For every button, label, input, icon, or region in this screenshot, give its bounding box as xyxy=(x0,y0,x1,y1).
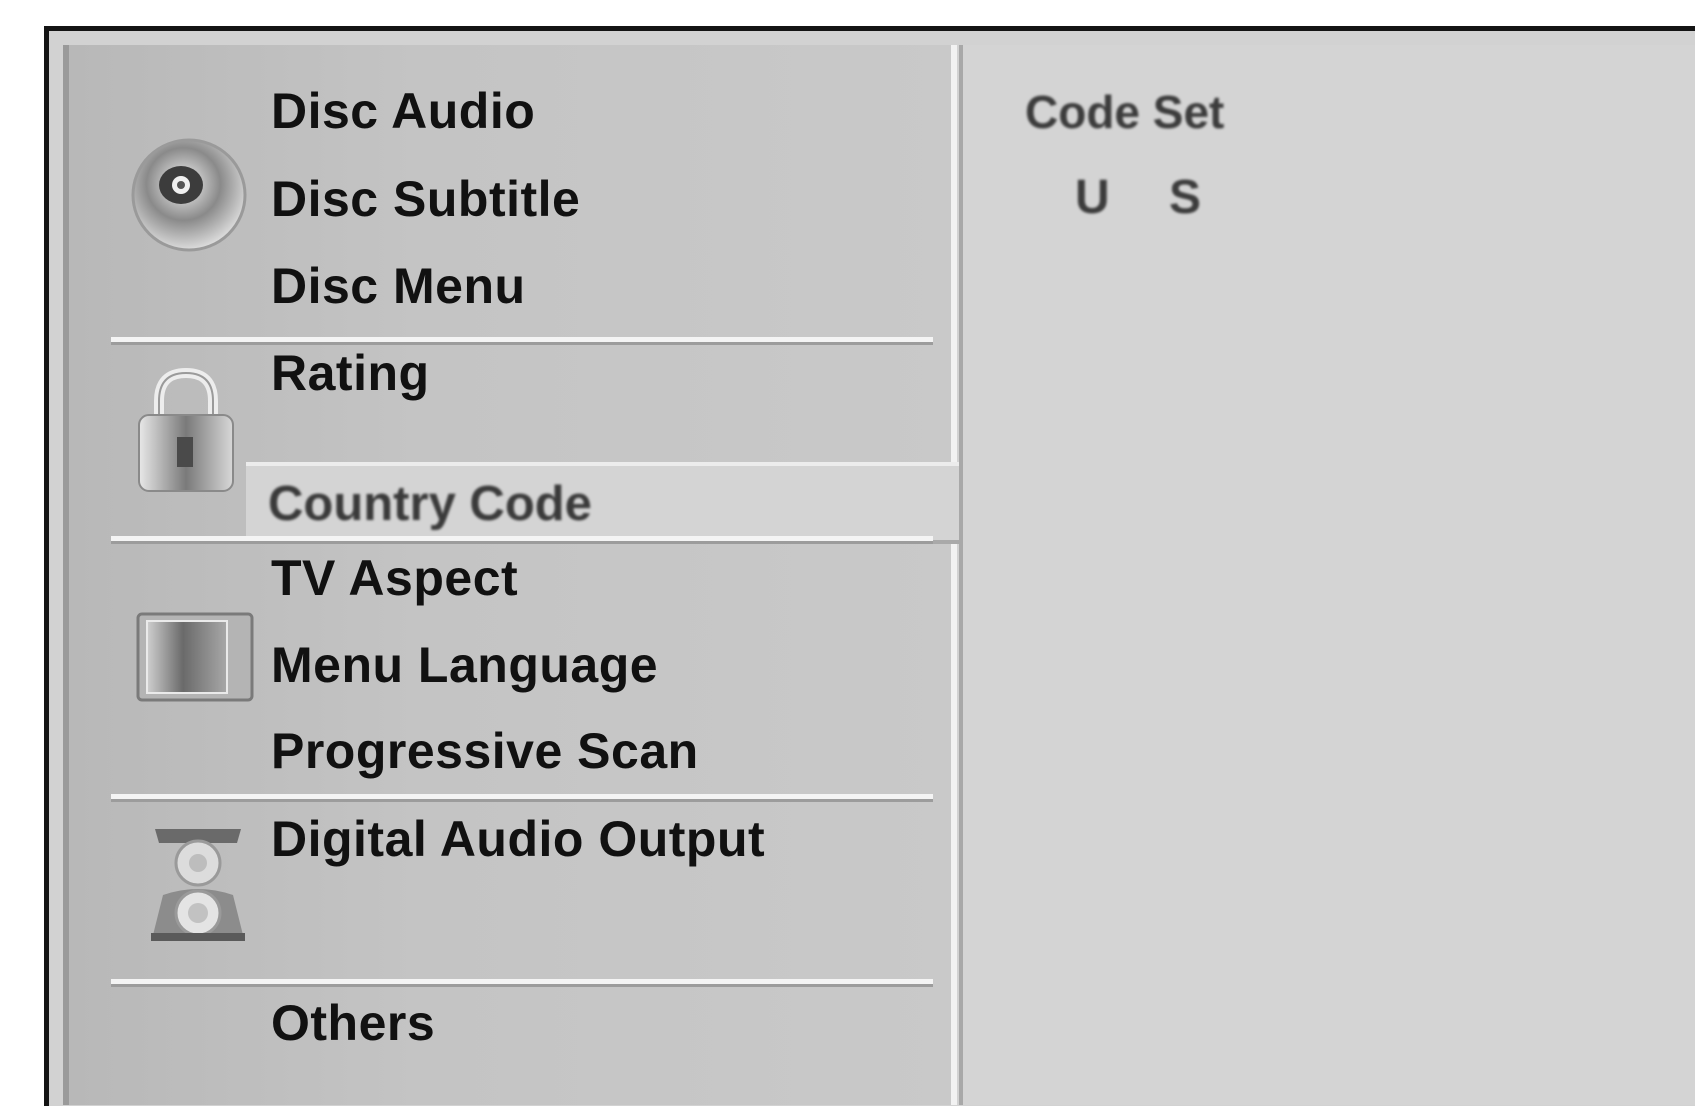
setup-menu: Disc Audio Disc Subtitle Disc Menu Ratin… xyxy=(69,45,964,1105)
menu-item-country-code-label: Country Code xyxy=(268,477,592,531)
menu-item-menu-language[interactable]: Menu Language xyxy=(271,635,658,695)
menu-item-tv-aspect[interactable]: TV Aspect xyxy=(271,548,518,608)
menu-divider xyxy=(111,337,933,345)
menu-item-rating[interactable]: Rating xyxy=(271,343,430,403)
code-char-1[interactable]: U xyxy=(1075,170,1110,225)
menu-divider xyxy=(111,979,933,987)
lock-icon xyxy=(138,367,234,492)
menu-item-disc-audio[interactable]: Disc Audio xyxy=(271,81,535,141)
code-char-2[interactable]: S xyxy=(1169,170,1201,225)
menu-divider xyxy=(111,536,933,544)
country-code-panel: Code Set U S xyxy=(959,45,1695,1105)
menu-item-disc-menu[interactable]: Disc Menu xyxy=(271,256,526,316)
setup-screen: Disc Audio Disc Subtitle Disc Menu Ratin… xyxy=(44,26,1695,1106)
menu-item-disc-subtitle[interactable]: Disc Subtitle xyxy=(271,169,580,229)
speaker-icon xyxy=(151,829,245,941)
tv-icon xyxy=(136,612,254,702)
menu-divider xyxy=(111,794,933,802)
disc-icon xyxy=(131,138,247,252)
menu-item-country-code[interactable]: Country Code xyxy=(246,462,964,544)
menu-item-digital-audio-output[interactable]: Digital Audio Output xyxy=(271,809,765,869)
code-set-title: Code Set xyxy=(1025,86,1225,138)
menu-item-others[interactable]: Others xyxy=(271,993,435,1053)
menu-item-progressive-scan[interactable]: Progressive Scan xyxy=(271,721,699,781)
